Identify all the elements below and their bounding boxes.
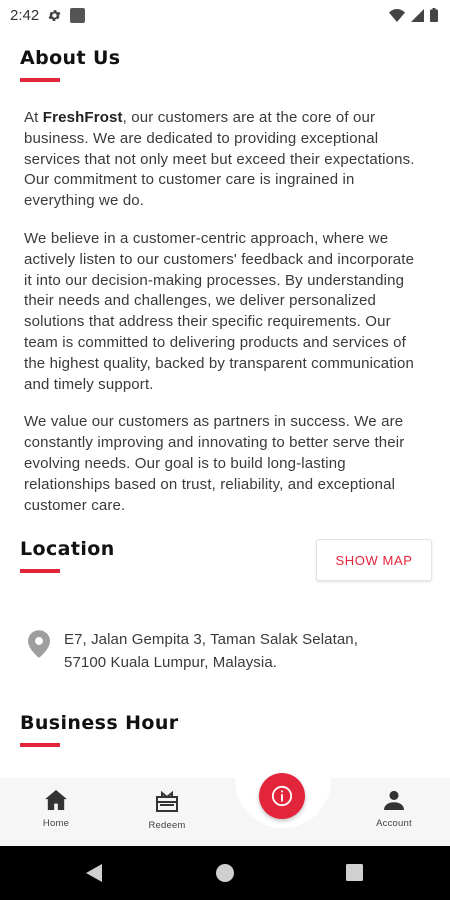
recents-icon[interactable] bbox=[346, 864, 363, 881]
about-paragraph-1: At FreshFrost, our customers are at the … bbox=[24, 108, 426, 212]
address-line-2: 57100 Kuala Lumpur, Malaysia. bbox=[64, 654, 278, 672]
location-title-underline bbox=[20, 569, 60, 574]
brand-name: FreshFrost bbox=[42, 109, 123, 126]
business-hour-underline bbox=[20, 743, 60, 748]
system-navigation-bar bbox=[0, 846, 450, 900]
gear-icon bbox=[48, 9, 61, 21]
location-pin-icon bbox=[28, 630, 50, 659]
about-paragraph-2: We believe in a customer-centric approac… bbox=[24, 229, 415, 393]
status-time: 2:42 bbox=[10, 6, 40, 24]
address-text: E7, Jalan Gempita 3, Taman Salak Selatan… bbox=[64, 628, 358, 674]
nav-item-account[interactable]: Account bbox=[359, 790, 429, 829]
nav-label-redeem: Redeem bbox=[148, 820, 186, 831]
status-bar: 2:42 bbox=[0, 0, 450, 30]
bottom-navigation: Home Redeem Account bbox=[0, 773, 450, 846]
nav-label-account: Account bbox=[376, 818, 412, 829]
square-notification-icon bbox=[70, 7, 86, 23]
home-circle-icon[interactable] bbox=[216, 864, 234, 882]
nav-item-redeem[interactable]: Redeem bbox=[132, 790, 202, 831]
wifi-icon bbox=[389, 8, 405, 22]
main-content[interactable]: About Us At FreshFrost, our customers ar… bbox=[0, 30, 450, 778]
nav-item-home[interactable]: Home bbox=[21, 790, 91, 829]
info-icon bbox=[271, 785, 293, 807]
person-icon bbox=[384, 790, 404, 810]
nav-label-home: Home bbox=[42, 818, 70, 829]
show-map-button[interactable]: SHOW MAP bbox=[316, 539, 432, 582]
about-paragraph-3: We value our customers as partners in su… bbox=[24, 413, 405, 514]
about-paragraphs: At FreshFrost, our customers are at the … bbox=[20, 108, 426, 516]
info-fab-button[interactable] bbox=[259, 773, 305, 819]
address-row: E7, Jalan Gempita 3, Taman Salak Selatan… bbox=[20, 628, 426, 674]
business-hour-title: Business Hour bbox=[20, 712, 179, 735]
signal-icon bbox=[411, 8, 424, 22]
home-icon bbox=[45, 790, 67, 810]
status-left: 2:42 bbox=[10, 6, 86, 24]
about-title: About Us bbox=[20, 47, 121, 69]
gift-icon bbox=[156, 790, 178, 812]
back-icon[interactable] bbox=[86, 864, 104, 882]
status-right bbox=[389, 8, 438, 22]
location-header: Location SHOW MAP bbox=[20, 538, 432, 588]
about-p1-prefix: At bbox=[24, 109, 43, 126]
address-line-1: E7, Jalan Gempita 3, Taman Salak Selatan… bbox=[64, 631, 358, 649]
about-title-underline bbox=[20, 78, 60, 82]
battery-icon bbox=[430, 8, 438, 22]
